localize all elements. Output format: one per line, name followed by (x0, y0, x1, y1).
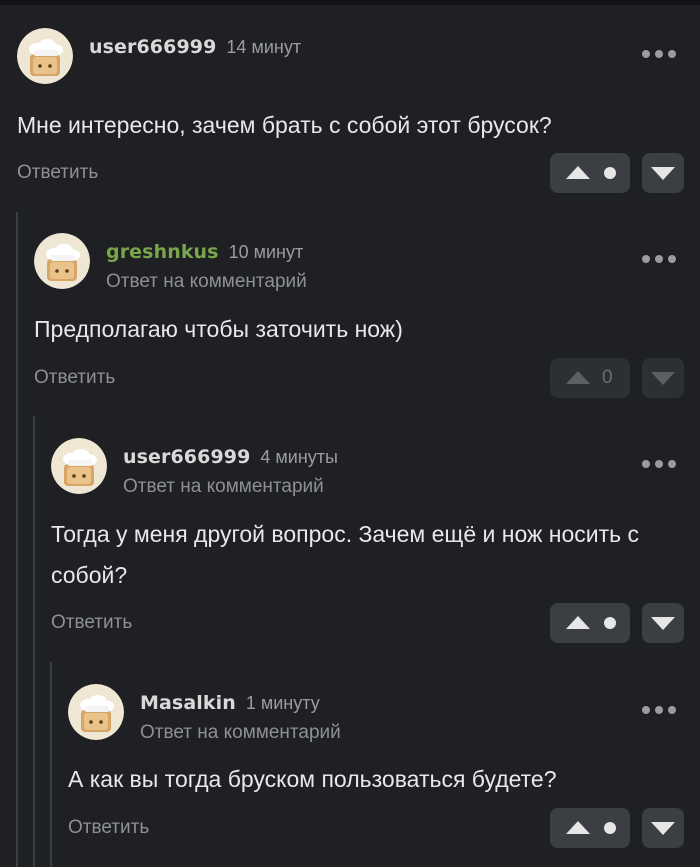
downvote-button[interactable] (642, 358, 684, 398)
comment: greshnkus 10 минут Ответ на комментарий … (34, 233, 700, 403)
username[interactable]: user666999 (89, 36, 216, 58)
upvote-button[interactable] (550, 808, 630, 848)
reply-button[interactable]: Ответить (68, 817, 149, 839)
reply-button[interactable]: Ответить (17, 162, 98, 184)
comment-header: user666999 4 минуты Ответ на комментарий (51, 438, 700, 498)
more-dots-icon[interactable] (642, 706, 676, 714)
rating-dot-icon (604, 617, 616, 629)
chef-hat-avatar-icon (34, 233, 90, 289)
arrow-up-icon (566, 821, 590, 834)
reply-button[interactable]: Ответить (51, 612, 132, 634)
username[interactable]: user666999 (123, 446, 250, 468)
more-dots-icon[interactable] (642, 255, 676, 263)
comment-meta: user666999 14 минут (89, 36, 301, 62)
arrow-up-icon (566, 371, 590, 384)
reply-to-note[interactable]: Ответ на комментарий (123, 476, 338, 498)
comment-actions: Ответить (51, 603, 700, 643)
reply-button[interactable]: Ответить (34, 367, 115, 389)
comment-meta: user666999 4 минуты Ответ на комментарий (123, 446, 338, 498)
comment-meta: Masalkin 1 минуту Ответ на комментарий (140, 692, 341, 744)
upvote-button[interactable]: 0 (550, 358, 630, 398)
comment-actions: Ответить 0 (34, 358, 700, 398)
username[interactable]: greshnkus (106, 241, 219, 263)
comment: Masalkin 1 минуту Ответ на комментарий А… (68, 684, 700, 859)
more-dots-icon[interactable] (642, 460, 676, 468)
top-bar (0, 0, 700, 5)
comment-time: 4 минуты (260, 447, 338, 467)
arrow-up-icon (566, 616, 590, 629)
avatar[interactable] (51, 438, 107, 494)
comment-meta: greshnkus 10 минут Ответ на комментарий (106, 241, 307, 293)
arrow-down-icon (651, 372, 675, 385)
downvote-button[interactable] (642, 808, 684, 848)
comment-text: Тогда у меня другой вопрос. Зачем ещё и … (51, 521, 640, 588)
comment-time: 14 минут (226, 37, 302, 57)
comment-actions: Ответить (17, 153, 700, 193)
avatar[interactable] (68, 684, 124, 740)
comment: user666999 4 минуты Ответ на комментарий… (51, 438, 700, 648)
comment-actions: Ответить (68, 808, 700, 848)
upvote-button[interactable] (550, 153, 630, 193)
comment-time: 1 минуту (245, 693, 320, 713)
more-dots-icon[interactable] (642, 50, 676, 58)
rating-dot-icon (604, 167, 616, 179)
downvote-button[interactable] (642, 153, 684, 193)
comment-header: Masalkin 1 минуту Ответ на комментарий (68, 684, 700, 744)
thread-line[interactable] (33, 416, 35, 867)
avatar[interactable] (17, 28, 73, 84)
comment-text: А как вы тогда бруском пользоваться буде… (68, 766, 557, 792)
rating-dot-icon (604, 822, 616, 834)
reply-to-note[interactable]: Ответ на комментарий (106, 271, 307, 293)
arrow-down-icon (651, 617, 675, 630)
thread-line[interactable] (16, 212, 18, 867)
arrow-down-icon (651, 167, 675, 180)
comment-text: Предполагаю чтобы заточить нож) (34, 316, 403, 342)
arrow-down-icon (651, 822, 675, 835)
downvote-button[interactable] (642, 603, 684, 643)
username[interactable]: Masalkin (140, 692, 236, 714)
chef-hat-avatar-icon (17, 28, 73, 84)
rating-score: 0 (602, 367, 613, 388)
comment-header: user666999 14 минут (17, 28, 700, 86)
avatar[interactable] (34, 233, 90, 289)
comment-text: Мне интересно, зачем брать с собой этот … (17, 112, 552, 138)
comment-header: greshnkus 10 минут Ответ на комментарий (34, 233, 700, 293)
thread-line[interactable] (50, 662, 52, 867)
arrow-up-icon (566, 166, 590, 179)
comment-time: 10 минут (228, 242, 304, 262)
upvote-button[interactable] (550, 603, 630, 643)
comment: user666999 14 минут Мне интересно, зачем… (17, 28, 700, 198)
chef-hat-avatar-icon (68, 684, 124, 740)
chef-hat-avatar-icon (51, 438, 107, 494)
reply-to-note[interactable]: Ответ на комментарий (140, 722, 341, 744)
